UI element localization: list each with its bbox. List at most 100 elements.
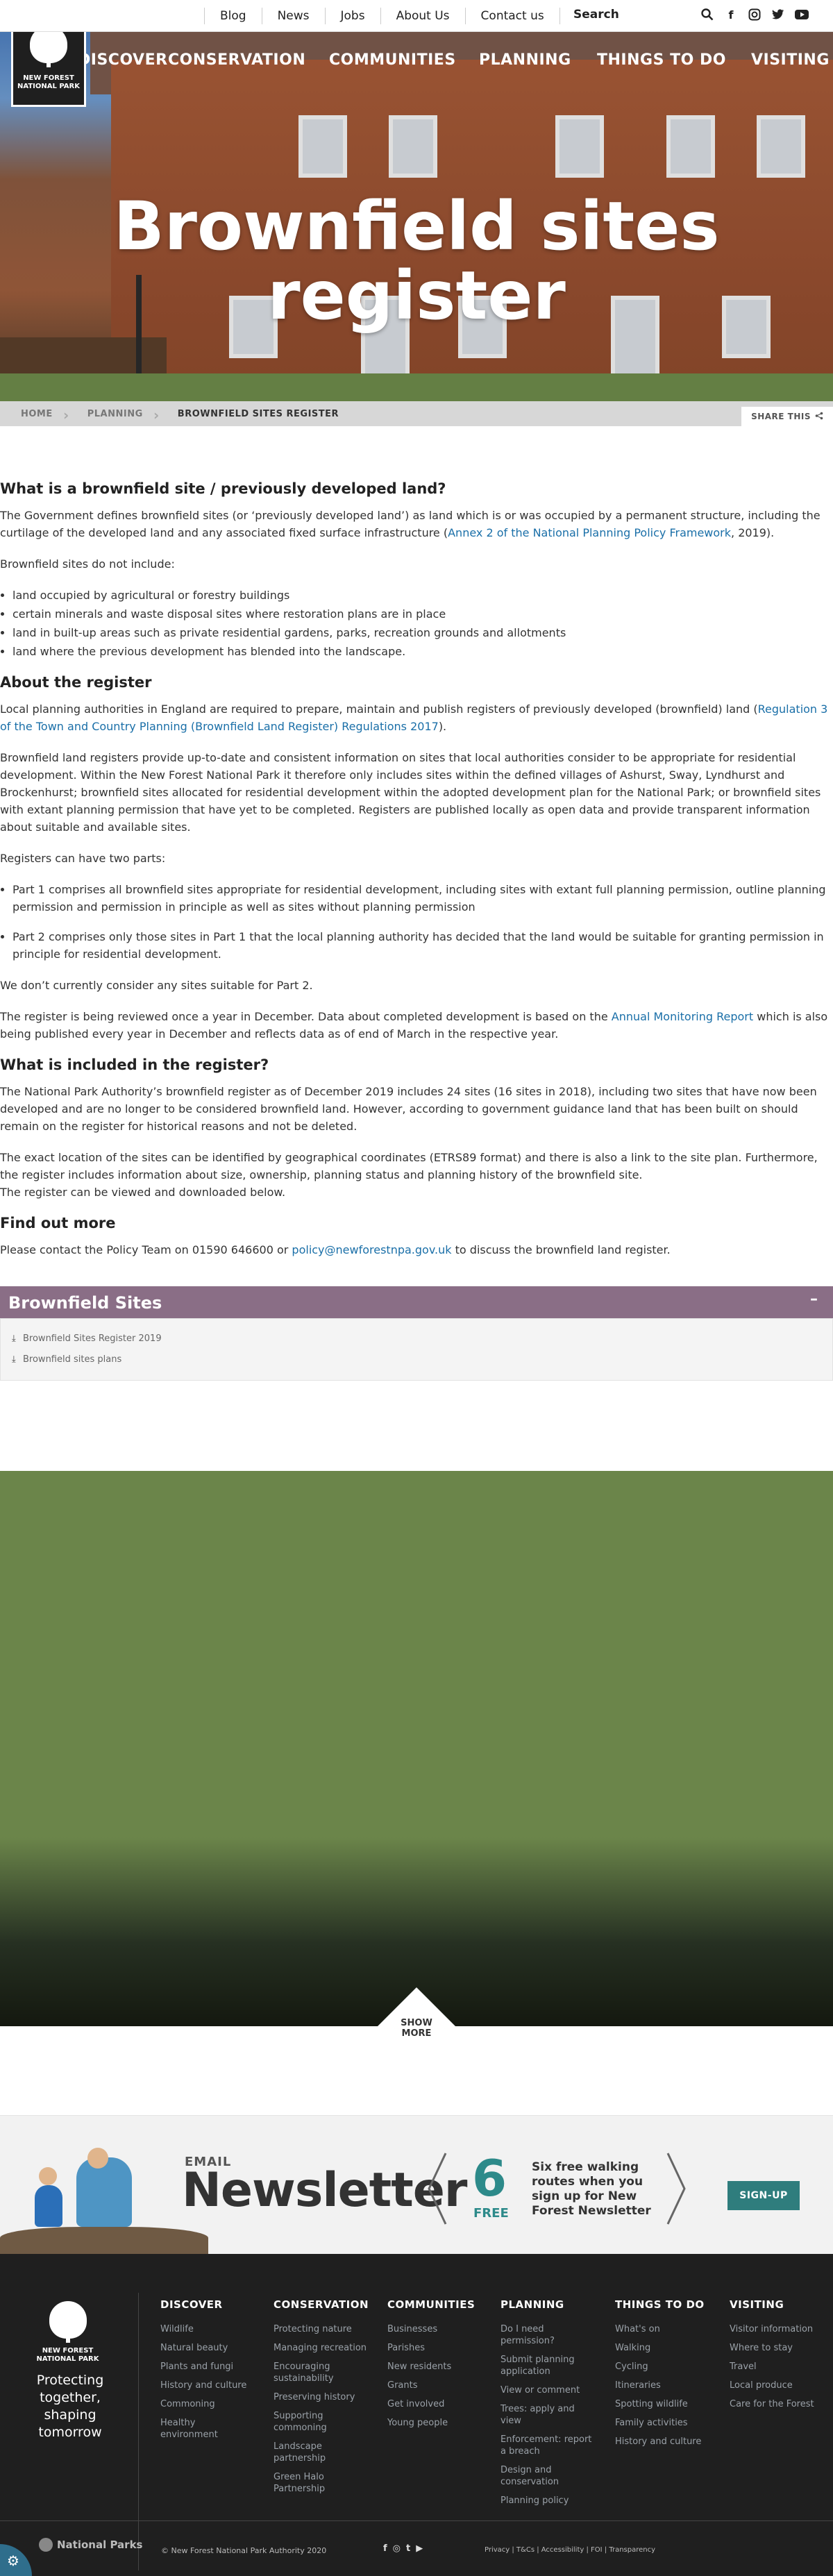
legal-links[interactable]: Privacy | T&Cs | Accessibility | FOI | T… bbox=[485, 2546, 655, 2554]
link-policy-email[interactable]: policy@newforestnpa.gov.uk bbox=[292, 1243, 451, 1256]
national-parks-logo[interactable]: National Parks bbox=[39, 2538, 142, 2552]
facebook-icon[interactable]: f bbox=[383, 2543, 387, 2554]
footer-link[interactable]: Managing recreation bbox=[274, 2342, 371, 2354]
footer-link[interactable]: Young people bbox=[387, 2417, 498, 2429]
link-nppf-annex[interactable]: Annex 2 of the National Planning Policy … bbox=[448, 526, 731, 539]
nav-conservation[interactable]: CONSERVATION bbox=[168, 51, 305, 69]
footer-col-title[interactable]: COMMUNITIES bbox=[387, 2298, 498, 2311]
footer-col-conservation: CONSERVATION Protecting nature Managing … bbox=[274, 2298, 371, 2502]
show-more-line1: SHOW bbox=[401, 2018, 432, 2028]
footer-link[interactable]: View or comment bbox=[500, 2384, 598, 2396]
footer-link[interactable]: Green Halo Partnership bbox=[274, 2471, 343, 2495]
footer-link[interactable]: Preserving history bbox=[274, 2391, 371, 2403]
download-icon: ⤓ bbox=[12, 1333, 16, 1344]
paragraph-part-2: We don’t currently consider any sites su… bbox=[0, 979, 313, 992]
footer-link[interactable]: What's on bbox=[615, 2323, 726, 2335]
footer-link[interactable]: Parishes bbox=[387, 2342, 498, 2354]
footer-link[interactable]: Natural beauty bbox=[160, 2342, 271, 2354]
share-button[interactable]: SHARE THIS bbox=[741, 407, 833, 426]
footer-col-title[interactable]: PLANNING bbox=[500, 2298, 598, 2311]
twitter-icon[interactable] bbox=[771, 7, 786, 22]
footer-link[interactable]: New residents bbox=[387, 2361, 498, 2373]
instagram-icon[interactable] bbox=[747, 7, 762, 22]
search-icon[interactable] bbox=[700, 7, 715, 22]
paragraph-download-note: The register can be viewed and downloade… bbox=[0, 1186, 286, 1199]
footer-link[interactable]: Encouraging sustainability bbox=[274, 2361, 350, 2384]
link-annual-monitoring-report[interactable]: Annual Monitoring Report bbox=[612, 1010, 753, 1023]
footer-tagline: Protecting together, shaping tomorrow bbox=[36, 2373, 104, 2440]
footer-col-title[interactable]: DISCOVER bbox=[160, 2298, 271, 2311]
bracket-left-icon bbox=[428, 2153, 447, 2225]
footer-link[interactable]: Grants bbox=[387, 2380, 498, 2391]
footer-link[interactable]: Cycling bbox=[615, 2361, 726, 2373]
footer-link[interactable]: Travel bbox=[730, 2361, 827, 2373]
collapse-icon[interactable]: – bbox=[810, 1290, 818, 1308]
footer-link[interactable]: Submit planning application bbox=[500, 2354, 577, 2377]
footer-link[interactable]: Protecting nature bbox=[274, 2323, 371, 2335]
footer-col-title[interactable]: THINGS TO DO bbox=[615, 2298, 726, 2311]
footer-link[interactable]: Local produce bbox=[730, 2380, 827, 2391]
footer-link[interactable]: Commoning bbox=[160, 2398, 271, 2410]
site-logo[interactable]: NEW FOREST NATIONAL PARK bbox=[11, 32, 86, 107]
nav-discover[interactable]: DISCOVER bbox=[78, 51, 168, 69]
nav-discover-label: DISCOVER bbox=[78, 51, 168, 69]
nav-visiting[interactable]: VISITING bbox=[751, 51, 830, 69]
nav-planning[interactable]: PLANNING bbox=[479, 51, 571, 69]
search-label[interactable]: Search bbox=[573, 8, 619, 22]
hero-banner: DISCOVER CONSERVATION COMMUNITIES PLANNI… bbox=[0, 32, 833, 401]
footer-link[interactable]: History and culture bbox=[615, 2436, 726, 2448]
footer-link[interactable]: Get involved bbox=[387, 2398, 498, 2410]
facebook-icon[interactable]: f bbox=[723, 7, 739, 22]
footer-link[interactable]: Care for the Forest bbox=[730, 2398, 827, 2410]
youtube-icon[interactable] bbox=[794, 7, 809, 22]
footer-link[interactable]: Walking bbox=[615, 2342, 726, 2354]
green-feature-block: SHOW MORE bbox=[0, 1471, 833, 2050]
text: to discuss the brownfield land register. bbox=[451, 1243, 671, 1256]
twitter-icon[interactable]: t bbox=[406, 2543, 410, 2554]
footer-link[interactable]: Enforcement: report a breach bbox=[500, 2434, 598, 2457]
breadcrumb-home[interactable]: HOME bbox=[0, 407, 69, 423]
utility-link-about-us[interactable]: About Us bbox=[381, 8, 466, 24]
download-link-register-2019[interactable]: ⤓ Brownfield Sites Register 2019 bbox=[12, 1329, 821, 1349]
bracket-right-icon bbox=[666, 2153, 686, 2225]
footer-link[interactable]: Supporting commoning bbox=[274, 2410, 343, 2434]
footer-col-title[interactable]: CONSERVATION bbox=[274, 2298, 371, 2311]
accordion-title: Brownfield Sites bbox=[8, 1293, 162, 1313]
newsletter-free: FREE bbox=[473, 2206, 509, 2221]
footer-link[interactable]: Businesses bbox=[387, 2323, 498, 2335]
footer-col-title[interactable]: VISITING bbox=[730, 2298, 827, 2311]
instagram-icon[interactable]: ◎ bbox=[393, 2543, 401, 2554]
footer-link[interactable]: Family activities bbox=[615, 2417, 726, 2429]
footer-link[interactable]: Healthy environment bbox=[160, 2417, 230, 2441]
paragraph-not-include: Brownfield sites do not include: bbox=[0, 557, 175, 571]
children-gardening-image bbox=[0, 2148, 208, 2255]
footer-link[interactable]: Visitor information bbox=[730, 2323, 827, 2335]
footer-social: f ◎ t ▶ bbox=[383, 2543, 423, 2554]
list-item: certain minerals and waste disposal site… bbox=[12, 605, 833, 623]
footer-link[interactable]: Do I need permission? bbox=[500, 2323, 570, 2347]
show-more-button[interactable]: SHOW MORE bbox=[354, 1987, 479, 2050]
footer-link[interactable]: History and culture bbox=[160, 2380, 271, 2391]
footer-link[interactable]: Trees: apply and view bbox=[500, 2403, 577, 2427]
youtube-icon[interactable]: ▶ bbox=[416, 2543, 423, 2554]
utility-link-jobs[interactable]: Jobs bbox=[326, 8, 381, 24]
accordion-header[interactable]: Brownfield Sites – bbox=[0, 1286, 833, 1318]
utility-link-news[interactable]: News bbox=[262, 8, 326, 24]
footer-link[interactable]: Design and conservation bbox=[500, 2464, 577, 2488]
footer-logo[interactable]: NEW FOREST NATIONAL PARK bbox=[35, 2301, 101, 2364]
nav-communities[interactable]: COMMUNITIES bbox=[329, 51, 456, 69]
adult-head bbox=[87, 2148, 108, 2169]
footer-link[interactable]: Wildlife bbox=[160, 2323, 271, 2335]
download-link-site-plans[interactable]: ⤓ Brownfield sites plans bbox=[12, 1349, 821, 1370]
newsletter-signup-button[interactable]: SIGN-UP bbox=[727, 2181, 800, 2210]
footer-link[interactable]: Spotting wildlife bbox=[615, 2398, 726, 2410]
breadcrumb-planning[interactable]: PLANNING bbox=[67, 407, 160, 423]
utility-link-blog[interactable]: Blog bbox=[204, 8, 262, 24]
utility-link-contact-us[interactable]: Contact us bbox=[466, 8, 560, 24]
footer-link[interactable]: Plants and fungi bbox=[160, 2361, 271, 2373]
footer-link[interactable]: Planning policy bbox=[500, 2495, 598, 2507]
footer-link[interactable]: Itineraries bbox=[615, 2380, 726, 2391]
footer-link[interactable]: Landscape partnership bbox=[274, 2441, 343, 2464]
footer-link[interactable]: Where to stay bbox=[730, 2342, 827, 2354]
nav-things-to-do[interactable]: THINGS TO DO bbox=[597, 51, 726, 69]
